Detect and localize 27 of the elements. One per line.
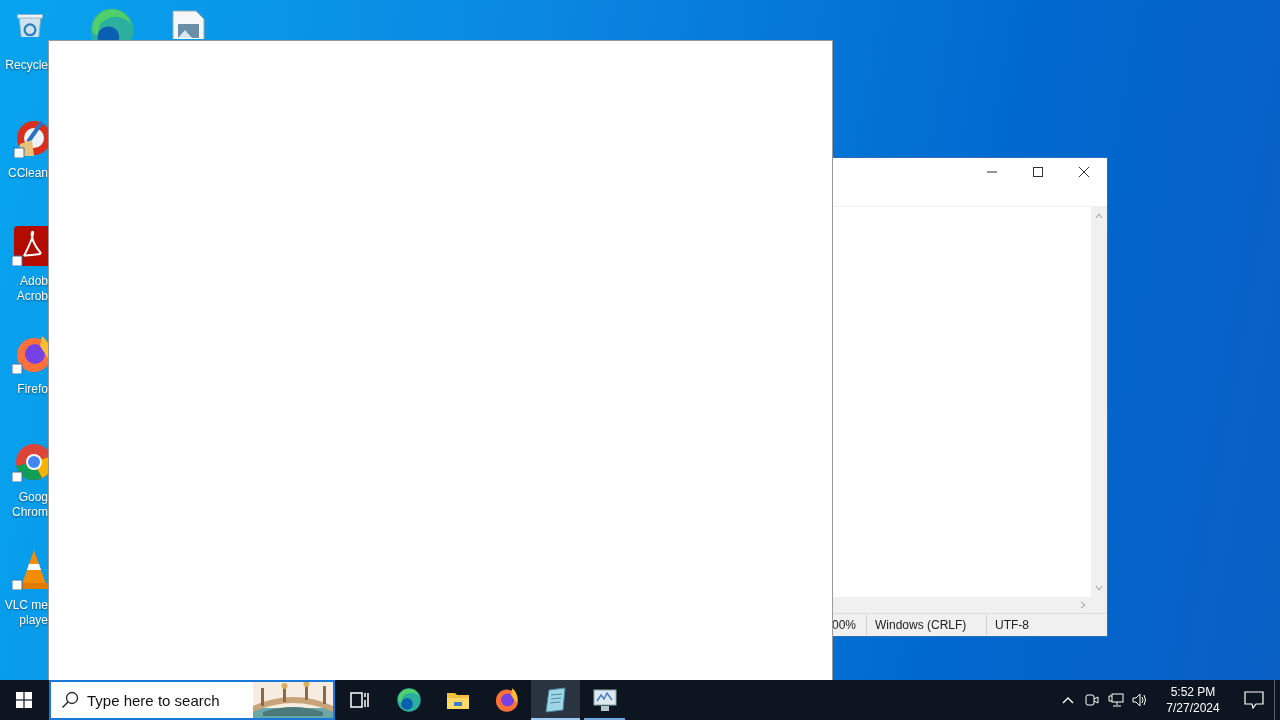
folder-icon bbox=[445, 690, 470, 710]
horizontal-scrollbar[interactable] bbox=[832, 597, 1107, 613]
close-icon bbox=[1078, 166, 1090, 178]
search-icon bbox=[61, 691, 79, 709]
status-text: Windows (CRLF) bbox=[867, 615, 987, 635]
clock-button[interactable]: 5:52 PM 7/27/2024 bbox=[1152, 680, 1234, 720]
icon-label: Recycle bbox=[4, 58, 48, 73]
icon-label: VLC me playe bbox=[3, 598, 48, 628]
taskbar-app-button[interactable] bbox=[531, 680, 580, 720]
notepad-icon bbox=[542, 687, 569, 713]
search-field[interactable]: Type here to search bbox=[87, 691, 253, 709]
icon-label: CClean bbox=[6, 166, 48, 181]
maximize-icon bbox=[1032, 166, 1044, 178]
icon-label: Firefo bbox=[16, 382, 48, 397]
monitor-icon bbox=[591, 687, 618, 713]
windows-logo-icon bbox=[16, 692, 32, 708]
firefox-icon bbox=[493, 687, 520, 713]
status-text: UTF-8 bbox=[994, 617, 1030, 634]
firefox-icon[interactable] bbox=[12, 334, 48, 374]
icon-label: Adob Acrob bbox=[15, 274, 48, 304]
chevron-up-icon bbox=[1062, 696, 1074, 704]
speech-bubble-icon bbox=[1244, 691, 1264, 709]
image-file-icon[interactable] bbox=[170, 10, 206, 39]
task-view-icon bbox=[349, 691, 370, 709]
pdf-icon[interactable] bbox=[12, 226, 48, 266]
edge-icon bbox=[395, 687, 422, 713]
icon-label: Goog Chrom bbox=[11, 490, 48, 520]
